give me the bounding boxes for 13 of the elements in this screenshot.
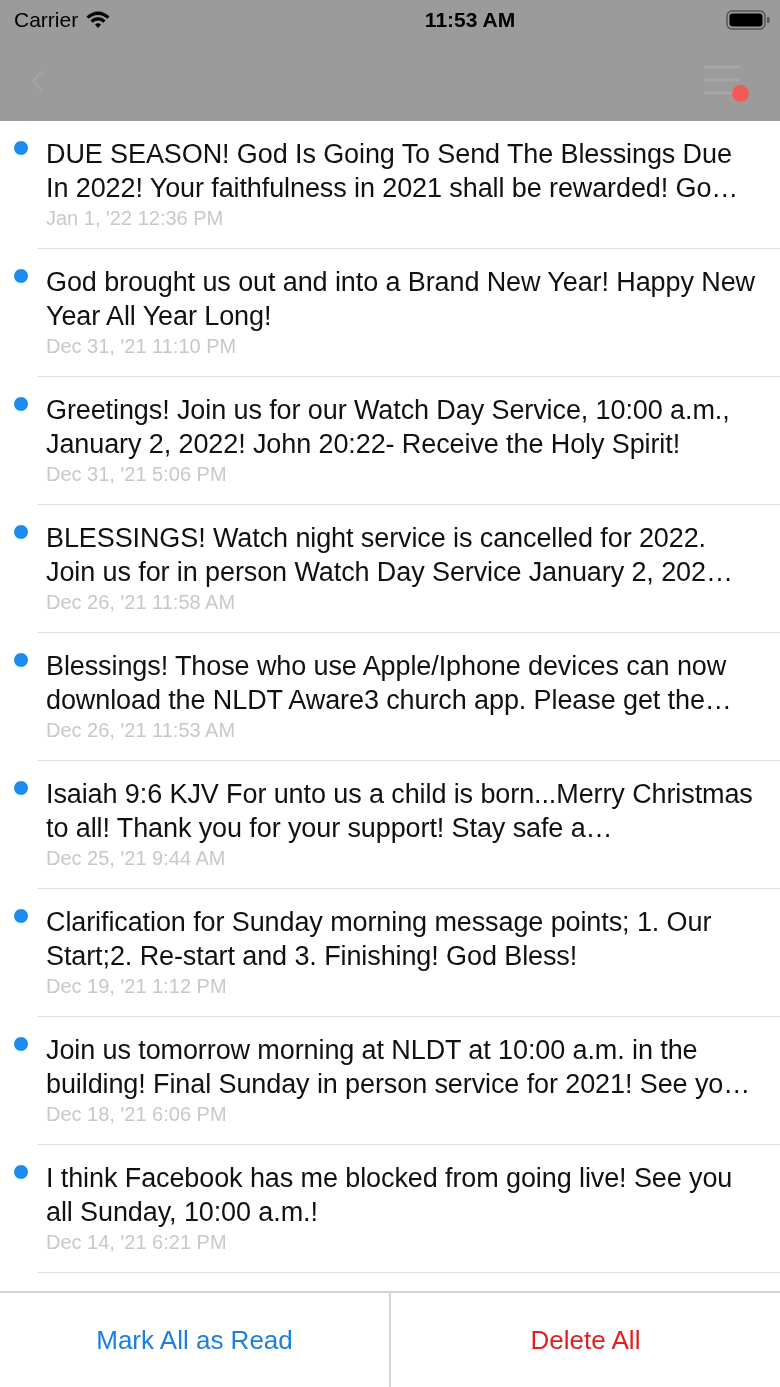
message-text: Clarification for Sunday morning message points; 1. Our Start;2. Re-start and 3. Finishing! God Bless! xyxy=(46,906,713,973)
message-text: Greetings! Join us for our Watch Day Service, 10:00 a.m., January 2, 2022! John 20:22- Receive the Holy Spirit! xyxy=(46,394,731,461)
wifi-icon xyxy=(86,11,111,29)
message-text: God brought us out and into a Brand New Year! Happy New Year All Year Long! xyxy=(46,266,756,333)
message-text: Join us tomorrow morning at NLDT at 10:00 a.m. in the building! Final Sunday in person service for 2021! See yo… xyxy=(46,1034,752,1101)
message-text: Isaiah 9:6 KJV For unto us a child is born...Merry Christmas to all! Thank you for your support! Stay safe a… xyxy=(46,778,754,845)
status-time: 11:53 AM xyxy=(424,8,516,32)
message-text: BLESSINGS! Watch night service is cancelled for 2022. Join us for in person Watch Day Service January 2, 202… xyxy=(46,522,734,589)
battery-icon xyxy=(726,10,770,30)
message-text: Blessings! Those who use Apple/Iphone devices can now download the NLDT Aware3 church app. Please get the… xyxy=(46,650,733,717)
message-text: I think Facebook has me blocked from going live! See you all Sunday, 10:00 a.m.! xyxy=(46,1162,734,1229)
message-text: DUE SEASON! God Is Going To Send The Blessings Due In 2022! Your faithfulness in 2021 shall be rewarded! Go… xyxy=(46,138,740,205)
carrier-name: Carrier xyxy=(14,8,79,32)
